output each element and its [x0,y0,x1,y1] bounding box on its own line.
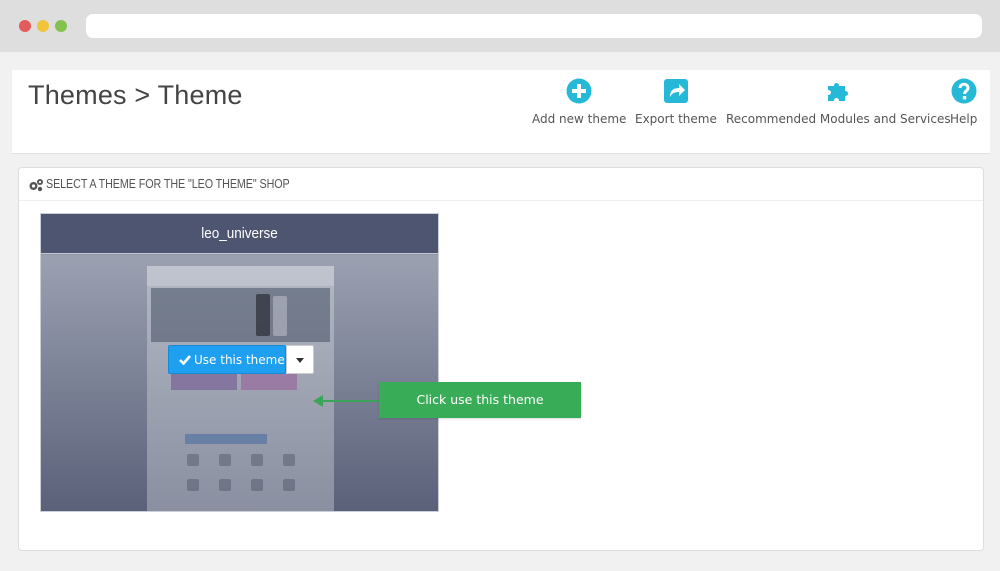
share-arrow-icon [663,79,688,103]
theme-name: leo_universe [201,225,278,242]
panel-heading: SELECT A THEME FOR THE "LEO THEME" SHOP [19,168,983,201]
question-circle-icon [951,78,977,104]
theme-card-header: leo_universe [41,214,438,254]
help-button[interactable]: Help [950,78,977,127]
caret-down-icon [296,358,304,363]
theme-selection-panel: SELECT A THEME FOR THE "LEO THEME" SHOP … [18,167,984,551]
page-content: Themes > Theme Add new theme Export them… [0,52,1000,571]
page-title: Themes > Theme [28,80,243,110]
annotation-arrow-line [320,400,380,402]
theme-preview-screenshot [147,266,334,511]
check-icon [179,355,191,365]
add-new-theme-label: Add new theme [532,112,627,126]
puzzle-icon [828,83,849,101]
use-this-theme-button[interactable]: Use this theme [168,345,286,374]
recommended-modules-button[interactable]: Recommended Modules and Services [726,78,951,127]
browser-chrome [0,0,1000,52]
window-minimize-dot[interactable] [37,20,49,32]
page-header-toolbar: Themes > Theme Add new theme Export them… [12,70,990,154]
help-label: Help [950,112,978,126]
plus-circle-icon [566,78,592,104]
add-new-theme-button[interactable]: Add new theme [532,78,626,127]
window-maximize-dot[interactable] [55,20,67,32]
annotation-callout: Click use this theme [379,382,581,418]
theme-options-dropdown-button[interactable] [286,345,314,374]
recommended-modules-label: Recommended Modules and Services [726,112,951,126]
theme-card: leo_universe Use this theme [40,213,439,512]
use-this-theme-label: Use this theme [194,353,285,367]
export-theme-button[interactable]: Export theme [635,78,717,127]
address-bar[interactable] [86,14,982,38]
export-theme-label: Export theme [635,112,717,126]
panel-heading-text: SELECT A THEME FOR THE "LEO THEME" SHOP [46,177,290,191]
window-close-dot[interactable] [19,20,31,32]
gears-icon [29,179,43,192]
